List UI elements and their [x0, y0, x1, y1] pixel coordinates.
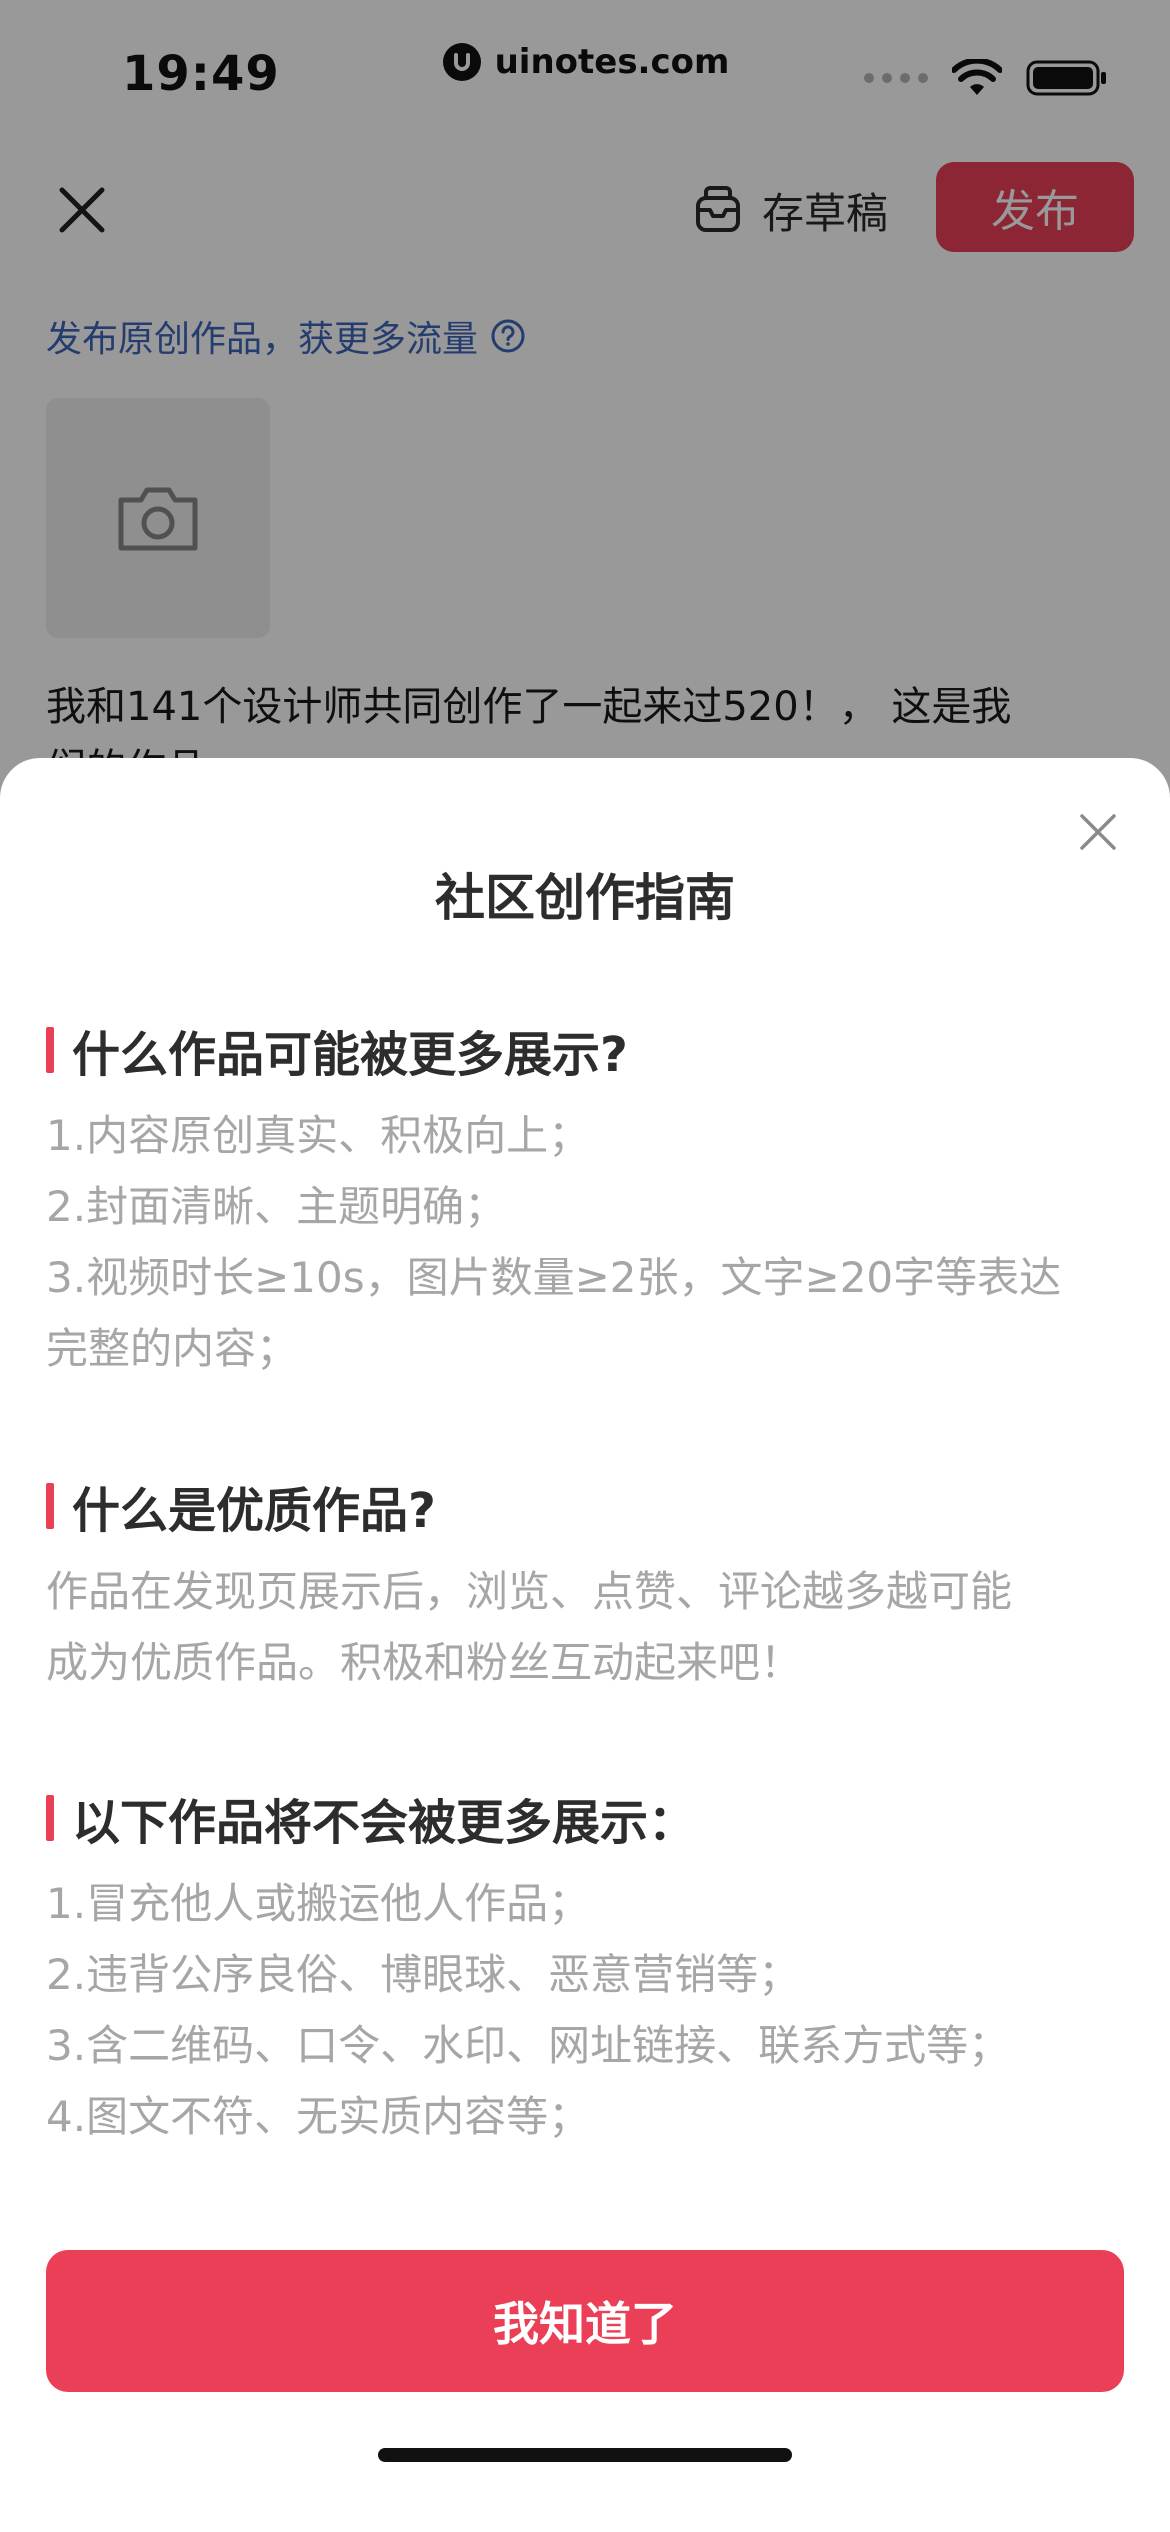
section-accent-bar	[46, 1795, 54, 1841]
close-icon	[1080, 814, 1116, 850]
section-header: 什么作品可能被更多展示?	[46, 1020, 1126, 1083]
guide-line: 1.内容原创真实、积极向上；	[46, 1111, 591, 1160]
section-body: 作品在发现页展示后，浏览、点赞、评论越多越可能 成为优质作品。积极和粉丝互动起来…	[46, 1556, 1126, 1698]
community-guide-sheet: 社区创作指南 什么作品可能被更多展示? 1.内容原创真实、积极向上； 2.封面清…	[0, 758, 1170, 2532]
guide-line: 成为优质作品。积极和粉丝互动起来吧！	[46, 1638, 803, 1687]
screen: 19:49 uinotes.com 存草稿 发布 发布原创作品，获更多流量 我和…	[0, 0, 1170, 2532]
section-title: 什么作品可能被更多展示?	[72, 1027, 628, 1083]
section-accent-bar	[46, 1483, 54, 1529]
guide-line: 作品在发现页展示后，浏览、点赞、评论越多越可能	[46, 1567, 1013, 1616]
guide-section: 什么作品可能被更多展示? 1.内容原创真实、积极向上； 2.封面清晰、主题明确；…	[46, 1020, 1126, 1384]
section-header: 什么是优质作品?	[46, 1476, 1126, 1539]
guide-line: 3.视频时长≥10s，图片数量≥2张，文字≥20字等表达	[46, 1253, 1062, 1302]
guide-section: 什么是优质作品? 作品在发现页展示后，浏览、点赞、评论越多越可能 成为优质作品。…	[46, 1476, 1126, 1698]
section-title: 以下作品将不会被更多展示：	[72, 1795, 697, 1851]
section-title: 什么是优质作品?	[72, 1483, 436, 1539]
section-accent-bar	[46, 1027, 54, 1073]
sheet-close-button[interactable]	[1074, 808, 1122, 856]
section-body: 1.冒充他人或搬运他人作品； 2.违背公序良俗、博眼球、恶意营销等； 3.含二维…	[46, 1868, 1126, 2152]
guide-line: 完整的内容；	[46, 1324, 299, 1373]
guide-line: 1.冒充他人或搬运他人作品；	[46, 1879, 591, 1928]
section-header: 以下作品将不会被更多展示：	[46, 1788, 1126, 1851]
sheet-title: 社区创作指南	[435, 869, 735, 927]
section-body: 1.内容原创真实、积极向上； 2.封面清晰、主题明确； 3.视频时长≥10s，图…	[46, 1100, 1126, 1384]
guide-line: 3.含二维码、口令、水印、网址链接、联系方式等；	[46, 2021, 1011, 2070]
got-it-button[interactable]: 我知道了	[46, 2250, 1124, 2392]
guide-section: 以下作品将不会被更多展示： 1.冒充他人或搬运他人作品； 2.违背公序良俗、博眼…	[46, 1788, 1126, 2152]
guide-line: 2.封面清晰、主题明确；	[46, 1182, 507, 1231]
guide-line: 4.图文不符、无实质内容等；	[46, 2092, 591, 2141]
home-indicator[interactable]	[378, 2448, 792, 2462]
guide-line: 2.违背公序良俗、博眼球、恶意营销等；	[46, 1950, 801, 1999]
